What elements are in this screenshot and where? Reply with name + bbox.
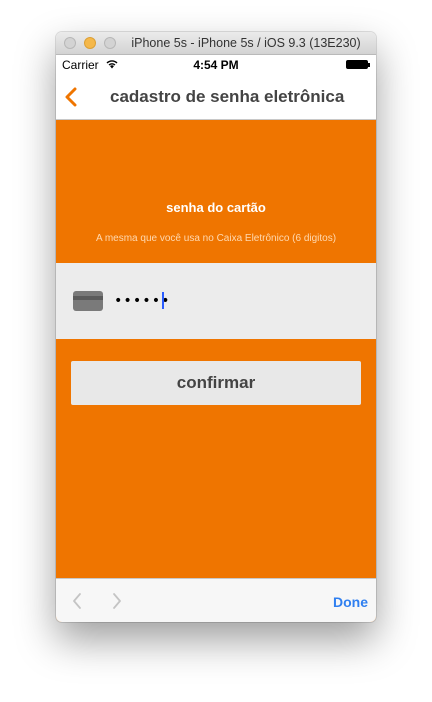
password-heading: senha do cartão bbox=[166, 200, 266, 215]
chevron-left-icon[interactable] bbox=[64, 87, 78, 107]
password-hint: A mesma que você usa no Caixa Eletrônico… bbox=[95, 233, 337, 244]
done-button[interactable]: Done bbox=[333, 594, 368, 610]
chevron-left-icon[interactable] bbox=[70, 591, 84, 611]
minimize-window-button[interactable] bbox=[84, 37, 96, 49]
confirm-button[interactable]: confirmar bbox=[71, 361, 361, 405]
zoom-window-button[interactable] bbox=[104, 37, 116, 49]
status-time: 4:54 PM bbox=[193, 58, 239, 72]
chevron-right-icon[interactable] bbox=[110, 591, 124, 611]
window-title: iPhone 5s - iPhone 5s / iOS 9.3 (13E230) bbox=[131, 36, 361, 50]
text-cursor bbox=[162, 292, 164, 309]
navigation-bar: cadastro de senha eletrônica bbox=[56, 75, 376, 120]
app-screen: Carrier 4:54 PM cadastro de senha eletrô… bbox=[56, 55, 376, 622]
keyboard-accessory-bar: Done bbox=[56, 578, 376, 622]
credit-card-icon bbox=[73, 291, 103, 311]
password-row bbox=[56, 263, 376, 339]
close-window-button[interactable] bbox=[64, 37, 76, 49]
page-title: cadastro de senha eletrônica bbox=[110, 87, 345, 106]
simulator-window: iPhone 5s - iPhone 5s / iOS 9.3 (13E230)… bbox=[56, 32, 376, 622]
card-password-input[interactable] bbox=[114, 287, 314, 315]
battery-icon bbox=[346, 60, 370, 69]
status-bar: Carrier 4:54 PM bbox=[56, 55, 376, 75]
window-titlebar: iPhone 5s - iPhone 5s / iOS 9.3 (13E230) bbox=[56, 32, 376, 55]
